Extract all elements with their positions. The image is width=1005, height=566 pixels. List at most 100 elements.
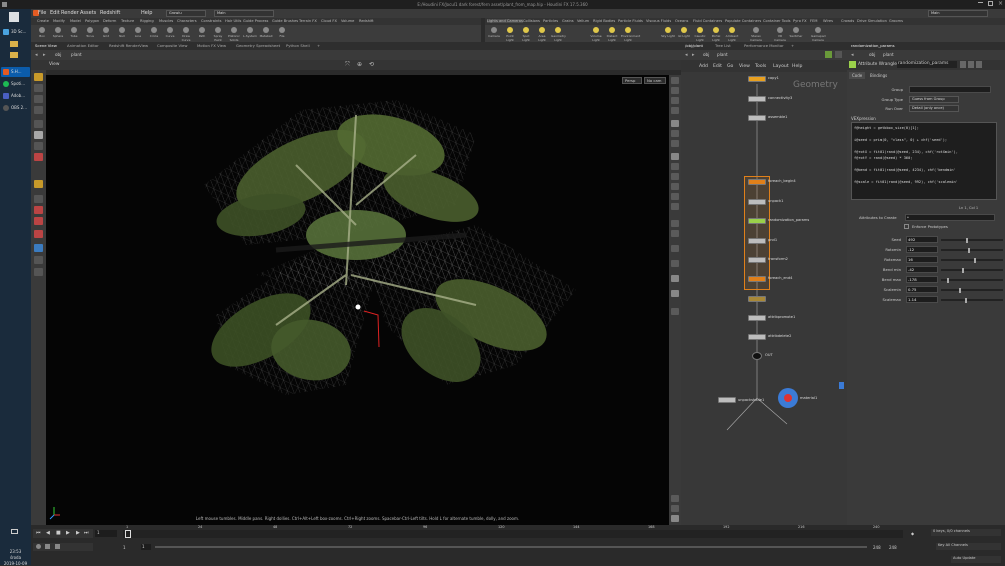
shelf-tab[interactable]: Deform xyxy=(103,19,116,23)
realtime-icon[interactable] xyxy=(45,544,50,549)
tab-bindings[interactable]: Bindings xyxy=(867,72,890,79)
go-to-end-icon[interactable]: ⏭ xyxy=(84,530,89,536)
points-icon[interactable] xyxy=(671,130,679,137)
tool-tube[interactable]: Tube xyxy=(67,27,81,41)
shelf-tab[interactable]: Particles xyxy=(543,19,558,23)
tab-tree-list[interactable]: Tree List xyxy=(715,43,731,48)
parm-slider[interactable] xyxy=(941,248,1003,253)
taskbar-item-sh[interactable]: S.H... xyxy=(1,67,30,77)
group-type-select[interactable]: Guess from Group xyxy=(909,96,959,103)
node-bypassed[interactable] xyxy=(748,296,766,302)
desktop-dropdown[interactable]: Main xyxy=(214,10,274,17)
node-randomization-params[interactable] xyxy=(748,218,766,224)
tool-switcher[interactable]: Switcher xyxy=(789,27,803,41)
tool-circle[interactable]: Circle xyxy=(147,27,161,41)
shelf-tab[interactable]: Vellum xyxy=(577,19,589,23)
pose-icon[interactable] xyxy=(34,120,43,128)
menu-add[interactable]: Add xyxy=(699,64,708,69)
shelf-tab[interactable]: Rigid Bodies xyxy=(593,19,615,23)
shelf-tab[interactable]: Rigging xyxy=(140,19,154,23)
node-name-field[interactable]: randomization_params xyxy=(897,61,957,68)
shelf-tab[interactable]: Model xyxy=(70,19,81,23)
parm-value-field[interactable]: -42 xyxy=(906,266,938,273)
tool-box[interactable]: Box xyxy=(35,27,49,41)
shelf-tab[interactable]: Grains xyxy=(562,19,574,23)
ghost-icon[interactable] xyxy=(671,120,679,127)
shelf-tab[interactable]: Modify xyxy=(53,19,65,23)
snap-icon[interactable] xyxy=(34,142,43,150)
camera-icon[interactable] xyxy=(34,256,43,264)
tool-vr-camera[interactable]: VR Camera xyxy=(773,27,787,42)
tab-randomization-params[interactable]: randomization_params xyxy=(851,43,895,48)
menu-view[interactable]: View xyxy=(739,64,750,69)
tool-metaball[interactable]: Metaball xyxy=(259,27,273,41)
attr-create-field[interactable]: * xyxy=(905,214,995,221)
tool-path[interactable]: Path xyxy=(195,27,209,41)
uv-icon[interactable] xyxy=(671,173,679,180)
tab-redshift-renderview[interactable]: Redshift RenderView xyxy=(109,43,148,48)
vis-icon[interactable] xyxy=(671,495,679,502)
back-arrow-icon[interactable]: ◂ xyxy=(35,52,38,58)
shelf-tab[interactable]: Constraints xyxy=(201,19,222,23)
scroll-marker[interactable] xyxy=(839,382,844,389)
tool-area-light[interactable]: Area Light xyxy=(535,27,549,42)
shelf-tab[interactable]: Oceans xyxy=(675,19,688,23)
info-icon[interactable] xyxy=(976,61,982,68)
shelf-tab[interactable]: Texture xyxy=(121,19,134,23)
record-icon[interactable] xyxy=(34,217,43,225)
tab-performance-monitor[interactable]: Performance Monitor xyxy=(744,43,784,48)
shelf-tab[interactable]: Populate Containers xyxy=(725,19,761,23)
shelf-tab[interactable]: Drive Simulation xyxy=(857,19,887,23)
help-icon[interactable] xyxy=(968,61,974,68)
back-arrow-icon[interactable]: ◂ xyxy=(685,52,688,58)
primnum-icon[interactable] xyxy=(671,183,679,190)
audio-icon[interactable] xyxy=(36,544,41,549)
lights-icon[interactable] xyxy=(671,87,679,94)
parm-slider[interactable] xyxy=(941,238,1003,243)
parm-value-field[interactable]: -178 xyxy=(906,276,938,283)
tool-stereo-camera[interactable]: Stereo Camera xyxy=(749,27,763,42)
tool-ambient-light[interactable]: Ambient Light xyxy=(725,27,739,42)
menu-edit[interactable]: Edit xyxy=(50,10,60,16)
play-icon[interactable]: ▶ xyxy=(66,530,70,536)
tool-gamepad-camera[interactable]: Gamepad Camera xyxy=(811,27,826,42)
key-all-channels-button[interactable]: Key All Channels xyxy=(936,543,1001,550)
node-out[interactable] xyxy=(752,352,762,360)
scene-viewport[interactable]: Persp No cam Left mouse tumbles. Middle … xyxy=(46,75,669,525)
shelf-tab[interactable]: Container Tools xyxy=(763,19,791,23)
menu-go[interactable]: Go xyxy=(727,64,733,69)
tool-platonic[interactable]: Platonic Solids xyxy=(227,27,241,42)
safe-area-icon[interactable] xyxy=(671,260,679,267)
shelf-tab[interactable]: Particle Fluids xyxy=(618,19,643,23)
add-tab-icon[interactable]: + xyxy=(791,43,794,48)
display-icon[interactable] xyxy=(34,244,43,252)
menu-file[interactable]: File xyxy=(38,10,46,16)
menu-help[interactable]: Help xyxy=(141,10,152,16)
taskbar-item-spotify[interactable]: Spoti... xyxy=(1,79,30,89)
path-node[interactable]: plant xyxy=(71,52,82,57)
tab-python-shell[interactable]: Python Shell xyxy=(286,43,310,48)
slider-knob[interactable] xyxy=(947,278,949,283)
tool-spray-paint[interactable]: Spray Paint xyxy=(211,27,225,42)
parm-value-field[interactable]: 16 xyxy=(906,256,938,263)
node-pnd1[interactable] xyxy=(748,238,766,244)
path-obj[interactable]: obj xyxy=(55,52,61,57)
parm-value-field[interactable]: -12 xyxy=(906,246,938,253)
shelf-tab[interactable]: Crowds xyxy=(841,19,854,23)
tab-code[interactable]: Code xyxy=(849,72,866,79)
shelf-tab[interactable]: Pyro FX xyxy=(793,19,807,23)
performance-icon[interactable] xyxy=(671,515,679,522)
parm-value-field[interactable]: 1.14 xyxy=(906,296,938,303)
tool-curve[interactable]: Curve xyxy=(163,27,177,41)
slider-knob[interactable] xyxy=(974,258,976,263)
shading-mode-icon[interactable] xyxy=(671,505,679,512)
camera-tumble-icon[interactable]: ⤧ xyxy=(345,61,350,69)
node-attribdelete2[interactable] xyxy=(748,334,766,340)
node-unpack1[interactable] xyxy=(748,199,766,205)
hull-icon[interactable] xyxy=(671,163,679,170)
slider-knob[interactable] xyxy=(965,298,967,303)
parm-slider[interactable] xyxy=(941,298,1003,303)
display-option-icon[interactable] xyxy=(671,77,679,84)
slider-knob[interactable] xyxy=(968,248,970,253)
path-obj[interactable]: obj xyxy=(703,52,709,57)
